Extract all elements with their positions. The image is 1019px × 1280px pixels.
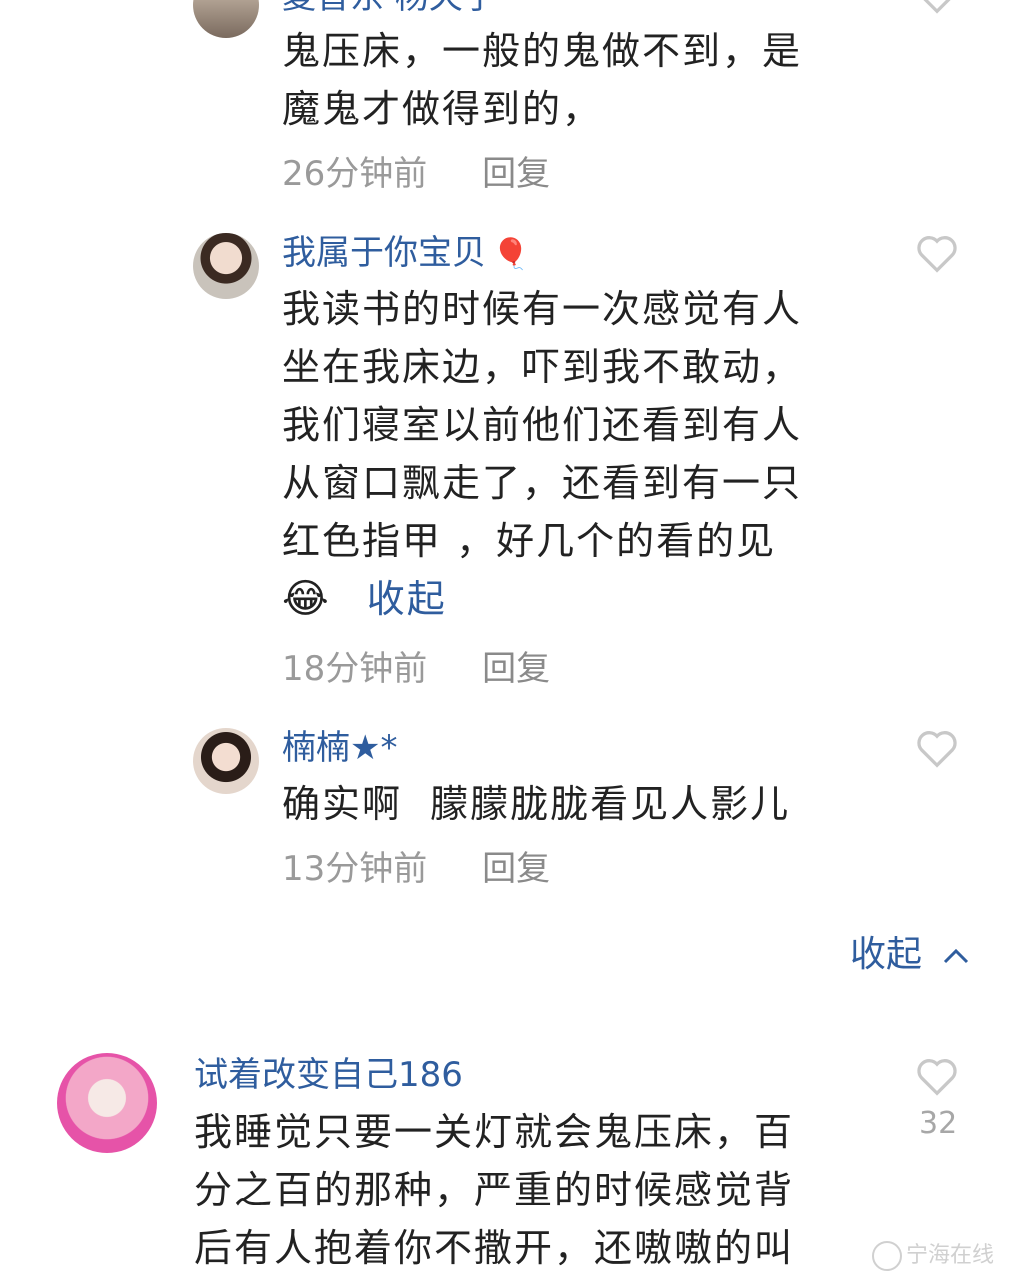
chevron-up-icon — [944, 948, 969, 964]
comment-text: 我睡觉只要一关灯就会鬼压床，百 分之百的那种，严重的时候感觉背 后有人抱着你不撒… — [194, 1110, 795, 1270]
heart-outline-icon[interactable] — [915, 0, 959, 14]
watermark-logo-icon — [872, 1241, 902, 1271]
comment-meta: 13分钟前 回复 — [282, 852, 550, 886]
comment-username[interactable]: 我属于你宝贝 🎈 — [282, 236, 529, 270]
comment-timestamp: 13分钟前 — [282, 849, 428, 889]
heart-outline-icon[interactable] — [915, 728, 959, 768]
collapse-text-button[interactable]: 收起 — [367, 577, 447, 621]
comment-username[interactable]: 楠楠★* — [282, 731, 397, 765]
heart-outline-icon[interactable] — [915, 1056, 959, 1096]
avatar[interactable] — [193, 233, 259, 299]
reply-button[interactable]: 回复 — [482, 649, 550, 689]
avatar[interactable] — [193, 0, 259, 38]
comment-text: 确实啊 朦朦胧胧看见人影儿 — [282, 782, 791, 826]
comment-timestamp: 26分钟前 — [282, 154, 428, 194]
avatar[interactable] — [193, 728, 259, 794]
watermark: 宁海在线 — [872, 1237, 994, 1271]
avatar[interactable] — [57, 1053, 157, 1153]
laughing-crying-emoji: 😂 — [282, 576, 331, 622]
like-count: 32 — [919, 1106, 958, 1141]
heart-outline-icon[interactable] — [915, 233, 959, 273]
comment-username[interactable]: 试着改变自己186 — [194, 1058, 463, 1092]
reply-button[interactable]: 回复 — [482, 849, 550, 889]
comment-username[interactable]: 夏普东 杨天子 — [282, 0, 497, 14]
comment-meta: 18分钟前 回复 — [282, 652, 550, 686]
comment-text: 鬼压床，一般的鬼做不到，是 魔鬼才做得到的， — [282, 29, 803, 131]
comment-text: 我读书的时候有一次感觉有人 坐在我床边，吓到我不敢动， 我们寝室以前他们还看到有… — [282, 287, 803, 622]
comment-timestamp: 18分钟前 — [282, 649, 428, 689]
collapse-replies-button[interactable]: 收起 — [850, 925, 971, 977]
reply-button[interactable]: 回复 — [482, 154, 550, 194]
balloon-emoji: 🎈 — [492, 237, 530, 272]
comment-meta: 26分钟前 回复 — [282, 157, 550, 191]
